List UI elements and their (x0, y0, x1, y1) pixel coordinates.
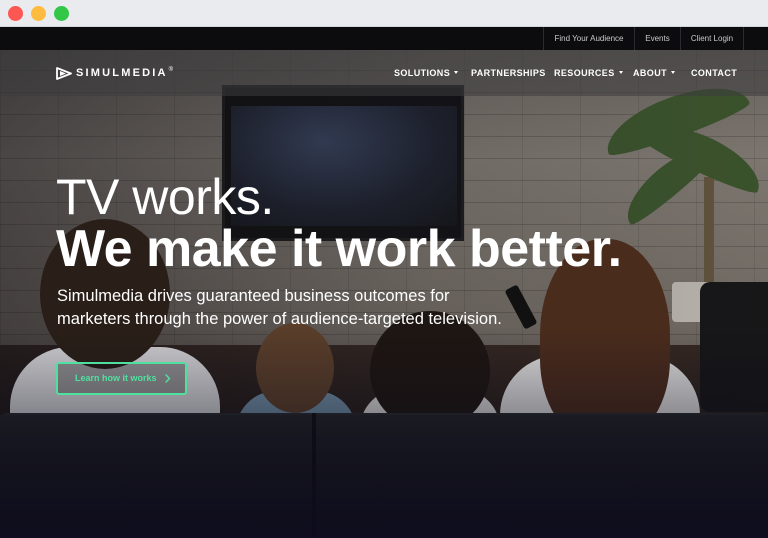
caret-down-icon (671, 71, 675, 75)
cta-label: Learn how it works (75, 373, 157, 383)
maximize-window-button[interactable] (54, 6, 69, 21)
play-logo-icon (56, 66, 72, 80)
website: Find Your Audience Events Client Login S… (0, 27, 768, 538)
hero-gradient-overlay (0, 327, 768, 538)
events-link[interactable]: Events (634, 27, 680, 50)
hero-headline-line-1: TV works. (56, 169, 274, 225)
hero-subtext: Simulmedia drives guaranteed business ou… (57, 287, 502, 328)
main-nav: SIMULMEDIA ® SOLUTIONS PARTNERSHIPS RESO… (0, 50, 768, 96)
nav-resources[interactable]: RESOURCES (554, 66, 623, 80)
nav-resources-label: RESOURCES (554, 68, 615, 78)
client-login-link[interactable]: Client Login (680, 27, 744, 50)
caret-down-icon (618, 71, 623, 75)
nav-solutions-label: SOLUTIONS (394, 68, 451, 78)
close-window-button[interactable] (8, 6, 23, 21)
browser-chrome (0, 0, 768, 27)
nav-about[interactable]: ABOUT (633, 66, 675, 80)
nav-partnerships[interactable]: PARTNERSHIPS (471, 66, 546, 80)
simulmedia-logo[interactable]: SIMULMEDIA ® (56, 66, 173, 80)
registered-mark: ® (168, 67, 174, 73)
nav-about-label: ABOUT (633, 68, 667, 78)
utility-nav: Find Your Audience Events Client Login (0, 27, 768, 50)
nav-solutions[interactable]: SOLUTIONS (394, 66, 459, 80)
hero-headline-line-2: We make it work better. (56, 220, 622, 278)
caret-down-icon (454, 71, 459, 75)
learn-how-it-works-button[interactable]: Learn how it works (56, 362, 187, 395)
minimize-window-button[interactable] (31, 6, 46, 21)
logo-text: SIMULMEDIA (76, 67, 168, 79)
find-your-audience-link[interactable]: Find Your Audience (543, 27, 634, 50)
chevron-right-icon (165, 374, 171, 383)
nav-contact[interactable]: CONTACT (691, 66, 737, 80)
